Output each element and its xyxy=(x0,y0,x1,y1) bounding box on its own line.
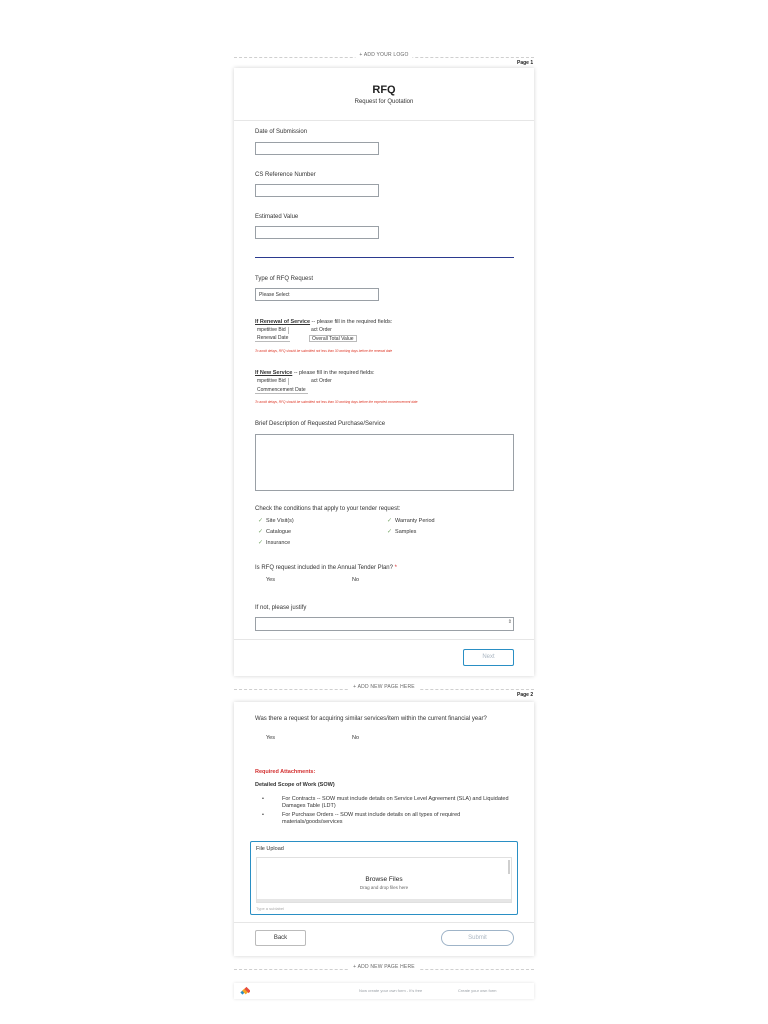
annual-plan-text: Is RFQ request included in the Annual Te… xyxy=(255,565,393,571)
annual-plan-yes-option[interactable]: Yes xyxy=(266,577,275,583)
renewal-total-value-field[interactable]: Overall Total Value xyxy=(309,335,357,342)
form-subtitle: Request for Quotation xyxy=(354,99,414,105)
sow-heading: Detailed Scope of Work (SOW) xyxy=(255,782,335,788)
brief-description-textarea[interactable] xyxy=(255,434,514,491)
bullet-icon: • xyxy=(262,796,264,802)
check-icon: ✓ xyxy=(387,529,393,535)
check-icon: ✓ xyxy=(258,540,264,546)
section-divider xyxy=(255,257,514,258)
back-button[interactable]: Back xyxy=(255,930,306,946)
new-service-heading-tail: -- please fill in the required fields: xyxy=(292,370,375,376)
file-upload-field[interactable]: File Upload Browse Files Drag and drop f… xyxy=(250,841,518,915)
sow-bullet-purchase-orders-text: For Purchase Orders -- SOW must include … xyxy=(282,812,461,825)
upload-dropzone[interactable]: Browse Files Drag and drop files here xyxy=(256,857,512,903)
add-page-bar-1[interactable]: + ADD NEW PAGE HERE xyxy=(234,684,534,694)
sow-bullet-purchase-orders: • For Purchase Orders -- SOW must includ… xyxy=(262,812,517,826)
browse-files-button[interactable]: Browse Files xyxy=(257,876,511,883)
form-footer-divider-2 xyxy=(234,922,534,923)
check-icon: ✓ xyxy=(258,518,264,524)
rfq-type-value: Please Select xyxy=(259,292,290,298)
commencement-date-field[interactable]: Commencement Date xyxy=(255,387,308,394)
condition-insurance-label: Insurance xyxy=(266,540,291,546)
condition-warranty-label: Warranty Period xyxy=(395,518,435,524)
similar-request-question: Was there a request for acquiring simila… xyxy=(255,716,487,722)
add-page-label-2[interactable]: + ADD NEW PAGE HERE xyxy=(349,964,419,970)
required-asterisk: * xyxy=(394,565,397,571)
add-page-bar-2[interactable]: + ADD NEW PAGE HERE xyxy=(234,964,534,974)
brief-description-label: Brief Description of Requested Purchase/… xyxy=(255,421,386,427)
page-number-2: Page 2 xyxy=(517,692,534,698)
renewal-competitive-bid-option[interactable]: mpetitive Bid xyxy=(255,327,289,334)
estimated-value-label: Estimated Value xyxy=(255,214,299,220)
renewal-warning: To avoid delays, RFQ should be submitted… xyxy=(255,349,393,353)
annual-plan-label: Is RFQ request included in the Annual Te… xyxy=(255,565,397,571)
rfq-type-select[interactable]: Please Select xyxy=(255,288,379,301)
renewal-heading: If Renewal of Service -- please fill in … xyxy=(255,319,392,325)
date-of-submission-input[interactable] xyxy=(255,142,379,155)
page-number-1: Page 1 xyxy=(517,60,534,66)
annual-plan-no-option[interactable]: No xyxy=(352,577,359,583)
required-attachments-heading: Required Attachments: xyxy=(255,769,316,775)
branding-footer: Now create your own form - It's free Cre… xyxy=(234,983,534,999)
form-page-2: Was there a request for acquiring simila… xyxy=(234,702,534,956)
submit-button[interactable]: Submit xyxy=(441,930,514,946)
file-upload-label: File Upload xyxy=(256,846,284,852)
sow-bullet-contracts: • For Contracts -- SOW must include deta… xyxy=(262,796,517,810)
new-competitive-bid-option[interactable]: mpetitive Bid xyxy=(255,378,289,385)
form-header: RFQ Request for Quotation xyxy=(234,68,534,121)
justify-label: If not, please justify xyxy=(255,605,307,611)
condition-catalogue[interactable]: ✓ Catalogue xyxy=(258,528,291,535)
upload-sublabel[interactable]: Type a sublabel xyxy=(256,906,284,911)
form-footer-divider xyxy=(234,639,534,640)
cs-reference-input[interactable] xyxy=(255,184,379,197)
condition-warranty[interactable]: ✓ Warranty Period xyxy=(387,517,435,524)
horizontal-scrollbar[interactable] xyxy=(257,899,511,902)
vertical-scrollbar[interactable] xyxy=(508,860,510,874)
new-service-warning: To avoid delays, RFQ should be submitted… xyxy=(255,400,418,404)
add-page-label-1[interactable]: + ADD NEW PAGE HERE xyxy=(349,684,419,690)
cs-reference-label: CS Reference Number xyxy=(255,172,316,178)
bullet-icon: • xyxy=(262,812,264,818)
resize-handle-icon[interactable]: ⇕ xyxy=(508,619,512,625)
next-button[interactable]: Next xyxy=(463,649,514,666)
new-contract-order-option[interactable]: act Order xyxy=(309,378,334,385)
renewal-contract-order-option[interactable]: act Order xyxy=(309,327,334,334)
drag-drop-hint: Drag and drop files here xyxy=(359,885,409,890)
condition-samples[interactable]: ✓ Samples xyxy=(387,528,416,535)
new-service-heading: If New Service -- please fill in the req… xyxy=(255,370,375,376)
renewal-heading-tail: -- please fill in the required fields: xyxy=(310,319,393,325)
estimated-value-input[interactable] xyxy=(255,226,379,239)
add-logo-label[interactable]: + ADD YOUR LOGO xyxy=(355,52,413,58)
renewal-date-field[interactable]: Renewal Date xyxy=(255,335,291,342)
conditions-label: Check the conditions that apply to your … xyxy=(255,506,401,512)
form-page-1: RFQ Request for Quotation Date of Submis… xyxy=(234,68,534,676)
condition-catalogue-label: Catalogue xyxy=(266,529,292,535)
condition-insurance[interactable]: ✓ Insurance xyxy=(258,539,290,546)
date-of-submission-label: Date of Submission xyxy=(255,129,308,135)
condition-site-visit[interactable]: ✓ Site Visit(s) xyxy=(258,517,294,524)
renewal-heading-strong: If Renewal of Service xyxy=(255,319,311,325)
similar-request-no-option[interactable]: No xyxy=(352,735,359,741)
check-icon: ✓ xyxy=(387,518,393,524)
new-service-heading-strong: If New Service xyxy=(255,370,293,376)
check-icon: ✓ xyxy=(258,529,264,535)
sow-bullet-contracts-text: For Contracts -- SOW must include detail… xyxy=(282,796,509,809)
condition-site-visit-label: Site Visit(s) xyxy=(266,518,294,524)
create-own-form-link[interactable]: Create your own form xyxy=(458,988,496,993)
add-logo-bar[interactable]: + ADD YOUR LOGO xyxy=(234,52,534,62)
justify-textarea[interactable]: ⇕ xyxy=(255,617,514,631)
condition-samples-label: Samples xyxy=(395,529,417,535)
form-title: RFQ xyxy=(372,84,396,96)
similar-request-yes-option[interactable]: Yes xyxy=(266,735,275,741)
footer-tagline: Now create your own form - It's free xyxy=(359,988,423,993)
jotform-logo-icon xyxy=(240,986,250,995)
rfq-type-label: Type of RFQ Request xyxy=(255,276,314,282)
